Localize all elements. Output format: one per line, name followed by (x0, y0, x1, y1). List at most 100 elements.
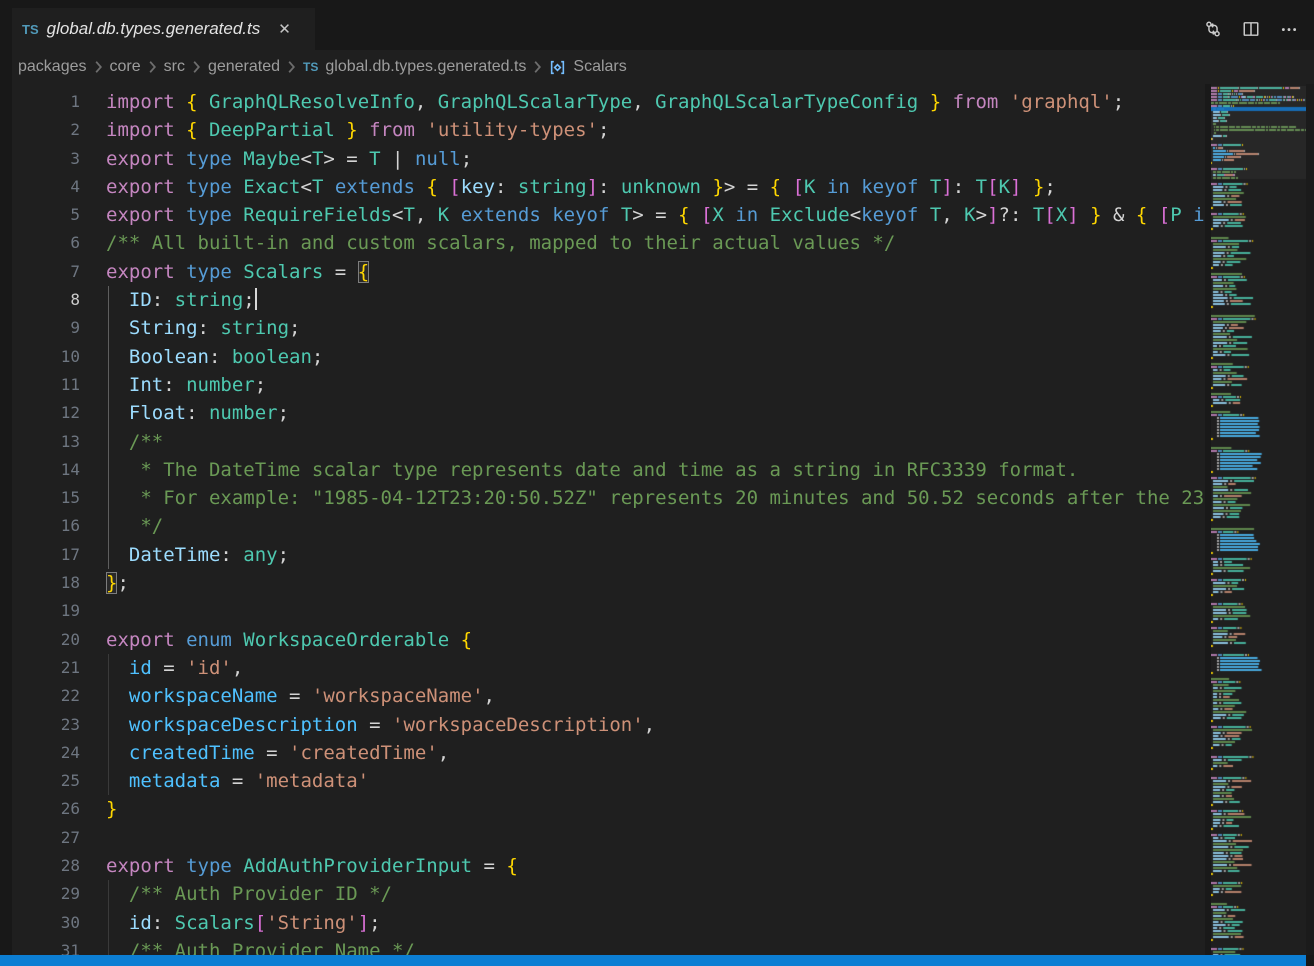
indent-guide (108, 512, 109, 540)
line-number[interactable]: 7 (12, 258, 106, 286)
indent-guide (108, 484, 109, 512)
symbol-type-icon (549, 59, 566, 76)
line-number[interactable]: 29 (12, 880, 106, 908)
code-line[interactable]: Float: number; (106, 399, 1205, 427)
line-number[interactable]: 9 (12, 314, 106, 342)
code-line[interactable]: export type Scalars = { (106, 258, 1205, 286)
breadcrumb-item-packages[interactable]: packages (18, 58, 87, 76)
code-line[interactable]: /** Auth Provider Name */ (106, 937, 1205, 955)
code-line[interactable]: import { GraphQLResolveInfo, GraphQLScal… (106, 88, 1205, 116)
indent-guide (108, 739, 109, 767)
breadcrumb-item-src[interactable]: src (164, 58, 185, 76)
breadcrumb-item-global.db.types.generated.ts[interactable]: global.db.types.generated.ts (325, 58, 526, 76)
line-number[interactable]: 6 (12, 229, 106, 257)
code-line[interactable]: } (106, 795, 1205, 823)
open-changes-icon[interactable] (1198, 14, 1228, 44)
editor-surface[interactable]: import { GraphQLResolveInfo, GraphQLScal… (106, 84, 1205, 955)
code-line[interactable]: ID: string; (106, 286, 1205, 314)
line-number[interactable]: 21 (12, 654, 106, 682)
chevron-right-icon (148, 60, 157, 74)
code-line[interactable]: String: string; (106, 314, 1205, 342)
code-line[interactable]: */ (106, 512, 1205, 540)
line-number[interactable]: 25 (12, 767, 106, 795)
line-number[interactable]: 13 (12, 428, 106, 456)
line-number[interactable]: 10 (12, 343, 106, 371)
code-line[interactable]: /** (106, 428, 1205, 456)
line-number[interactable]: 2 (12, 116, 106, 144)
code-line[interactable] (106, 597, 1205, 625)
line-number[interactable]: 18 (12, 569, 106, 597)
indent-guide (108, 399, 109, 427)
breadcrumb-item-core[interactable]: core (110, 58, 141, 76)
split-editor-icon[interactable] (1236, 14, 1266, 44)
indent-guide (108, 428, 109, 456)
code-line[interactable]: export type AddAuthProviderInput = { (106, 852, 1205, 880)
tab-bar: TS global.db.types.generated.ts ✕ (0, 0, 1314, 50)
line-number[interactable]: 23 (12, 711, 106, 739)
line-number[interactable]: 28 (12, 852, 106, 880)
vscode-window: TS global.db.types.generated.ts ✕ (0, 0, 1314, 966)
indent-guide (108, 314, 109, 342)
indent-guide (108, 682, 109, 710)
status-bar-top-strip (0, 955, 1306, 966)
line-number[interactable]: 15 (12, 484, 106, 512)
code-line[interactable]: Int: number; (106, 371, 1205, 399)
code-line[interactable]: export type Exact<T extends { [key: stri… (106, 173, 1205, 201)
line-number[interactable]: 16 (12, 512, 106, 540)
line-number[interactable]: 4 (12, 173, 106, 201)
line-number[interactable]: 17 (12, 541, 106, 569)
line-number[interactable]: 14 (12, 456, 106, 484)
breadcrumb-item-generated[interactable]: generated (208, 58, 280, 76)
status-bar-notch (1306, 955, 1314, 966)
left-rail (0, 0, 12, 966)
tab-title: global.db.types.generated.ts (47, 19, 261, 39)
chevron-right-icon (192, 60, 201, 74)
code-line[interactable]: }; (106, 569, 1205, 597)
line-number[interactable]: 11 (12, 371, 106, 399)
line-number[interactable]: 19 (12, 597, 106, 625)
line-number[interactable]: 27 (12, 824, 106, 852)
more-actions-icon[interactable] (1274, 14, 1304, 44)
indent-guide (108, 880, 109, 908)
breadcrumb-item-Scalars[interactable]: Scalars (573, 58, 626, 76)
code-line[interactable]: /** All built-in and custom scalars, map… (106, 229, 1205, 257)
line-number-gutter: 1234567891011121314151617181920212223242… (12, 84, 106, 965)
minimap[interactable] (1211, 86, 1306, 955)
tab-global-db-types[interactable]: TS global.db.types.generated.ts ✕ (12, 8, 315, 50)
code-line[interactable]: Boolean: boolean; (106, 343, 1205, 371)
code-line[interactable]: id: Scalars['String']; (106, 909, 1205, 937)
code-line[interactable]: DateTime: any; (106, 541, 1205, 569)
line-number[interactable]: 26 (12, 795, 106, 823)
code-line[interactable]: import { DeepPartial } from 'utility-typ… (106, 116, 1205, 144)
editor-actions (1198, 8, 1304, 50)
chevron-right-icon (533, 60, 542, 74)
code-line[interactable]: createdTime = 'createdTime', (106, 739, 1205, 767)
line-number[interactable]: 20 (12, 626, 106, 654)
text-cursor (255, 288, 257, 310)
typescript-file-icon: TS (22, 22, 39, 37)
code-line[interactable]: * For example: "1985-04-12T23:20:50.52Z"… (106, 484, 1205, 512)
code-line[interactable]: export enum WorkspaceOrderable { (106, 626, 1205, 654)
indent-guide (108, 371, 109, 399)
code-line[interactable] (106, 824, 1205, 852)
code-line[interactable]: export type RequireFields<T, K extends k… (106, 201, 1205, 229)
code-line[interactable]: workspaceDescription = 'workspaceDescrip… (106, 711, 1205, 739)
indent-guide (108, 286, 109, 314)
code-line[interactable]: workspaceName = 'workspaceName', (106, 682, 1205, 710)
line-number[interactable]: 22 (12, 682, 106, 710)
line-number[interactable]: 24 (12, 739, 106, 767)
code-line[interactable]: id = 'id', (106, 654, 1205, 682)
line-number[interactable]: 5 (12, 201, 106, 229)
tab-close-icon[interactable]: ✕ (274, 18, 295, 40)
line-number[interactable]: 3 (12, 145, 106, 173)
breadcrumb: packagescoresrcgeneratedTSglobal.db.type… (12, 50, 1211, 84)
code-line[interactable]: export type Maybe<T> = T | null; (106, 145, 1205, 173)
line-number[interactable]: 1 (12, 88, 106, 116)
indent-guide (108, 909, 109, 937)
line-number[interactable]: 12 (12, 399, 106, 427)
line-number[interactable]: 8 (12, 286, 106, 314)
line-number[interactable]: 30 (12, 909, 106, 937)
code-line[interactable]: /** Auth Provider ID */ (106, 880, 1205, 908)
code-line[interactable]: * The DateTime scalar type represents da… (106, 456, 1205, 484)
code-line[interactable]: metadata = 'metadata' (106, 767, 1205, 795)
